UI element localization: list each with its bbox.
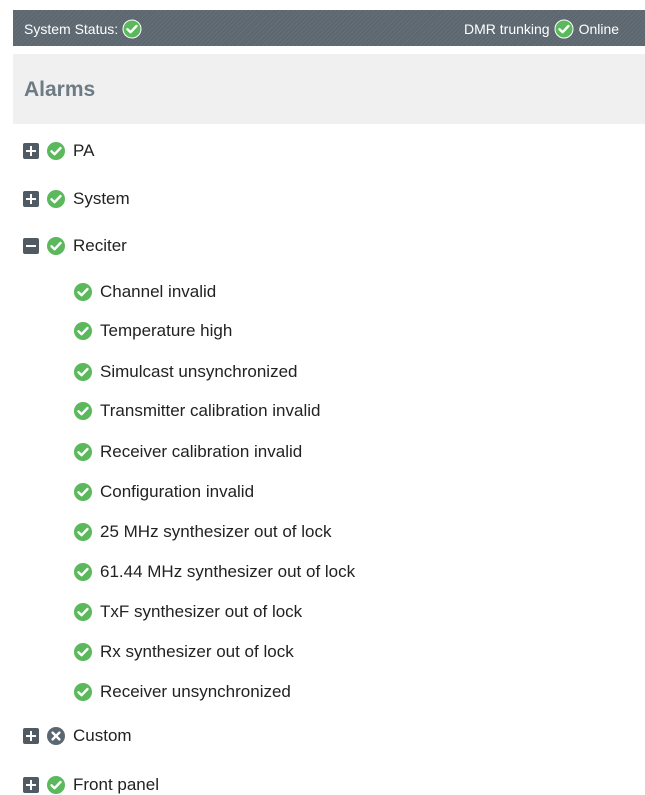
alarm-item: TxF synthesizer out of lock [73,602,302,622]
alarm-item-label: Simulcast unsynchronized [100,362,298,381]
check-circle-icon [73,482,93,502]
mode-label: DMR trunking [464,21,550,37]
alarm-item: Receiver unsynchronized [73,682,291,702]
check-circle-icon [73,562,93,582]
alarm-item: 61.44 MHz synthesizer out of lock [73,562,355,582]
alarm-group-label: Front panel [73,775,159,794]
check-circle-icon [73,682,93,702]
alarm-item: Configuration invalid [73,482,254,502]
alarm-group-pa[interactable]: PA [23,141,94,161]
check-circle-icon [73,642,93,662]
alarm-group-system[interactable]: System [23,189,130,209]
alarm-item-label: 61.44 MHz synthesizer out of lock [100,562,356,581]
check-circle-icon [73,602,93,622]
mode-status: DMR trunking Online [464,19,619,39]
alarm-group-custom[interactable]: Custom [23,726,132,746]
alarm-group-label: Custom [73,726,132,745]
alarm-item: Simulcast unsynchronized [73,362,297,382]
alarm-item-label: Transmitter calibration invalid [100,401,321,420]
alarm-item-label: Channel invalid [100,282,217,301]
alarm-item-label: Receiver unsynchronized [100,682,291,701]
online-label: Online [578,21,620,37]
alarm-item: Temperature high [73,321,232,341]
check-circle-icon [73,362,93,382]
alarm-item: Channel invalid [73,282,216,302]
alarm-group-label: System [73,189,130,208]
alarm-group-front-panel[interactable]: Front panel [23,775,159,795]
expand-icon[interactable] [23,143,39,159]
x-circle-icon [46,726,66,746]
alarm-item: Transmitter calibration invalid [73,401,320,421]
alarm-item-label: TxF synthesizer out of lock [100,602,303,621]
alarm-item-label: 25 MHz synthesizer out of lock [100,522,332,541]
expand-icon[interactable] [23,191,39,207]
alarm-item: Receiver calibration invalid [73,442,302,462]
check-circle-icon [73,442,93,462]
alarm-item: Rx synthesizer out of lock [73,642,294,662]
check-circle-icon [46,141,66,161]
alarm-item: 25 MHz synthesizer out of lock [73,522,331,542]
check-circle-icon [73,282,93,302]
check-circle-icon [122,19,142,39]
expand-icon[interactable] [23,728,39,744]
status-bar: System Status: DMR trunking Online [13,10,645,46]
alarm-group-label: Reciter [73,236,127,255]
check-circle-icon [73,321,93,341]
alarm-item-label: Receiver calibration invalid [100,442,303,461]
check-circle-icon [46,189,66,209]
check-circle-icon [46,775,66,795]
alarm-item-label: Configuration invalid [100,482,255,501]
alarm-group-reciter[interactable]: Reciter [23,236,127,256]
check-circle-icon [554,19,574,39]
alarms-header: Alarms [13,54,645,124]
collapse-icon[interactable] [23,238,39,254]
alarm-item-label: Temperature high [100,321,233,340]
page-title: Alarms [24,78,96,101]
check-circle-icon [73,522,93,542]
alarm-group-label: PA [73,141,95,160]
check-circle-icon [46,236,66,256]
system-status-label: System Status: [24,21,119,37]
check-circle-icon [73,401,93,421]
system-status: System Status: [24,19,142,39]
alarm-item-label: Rx synthesizer out of lock [100,642,294,661]
expand-icon[interactable] [23,777,39,793]
